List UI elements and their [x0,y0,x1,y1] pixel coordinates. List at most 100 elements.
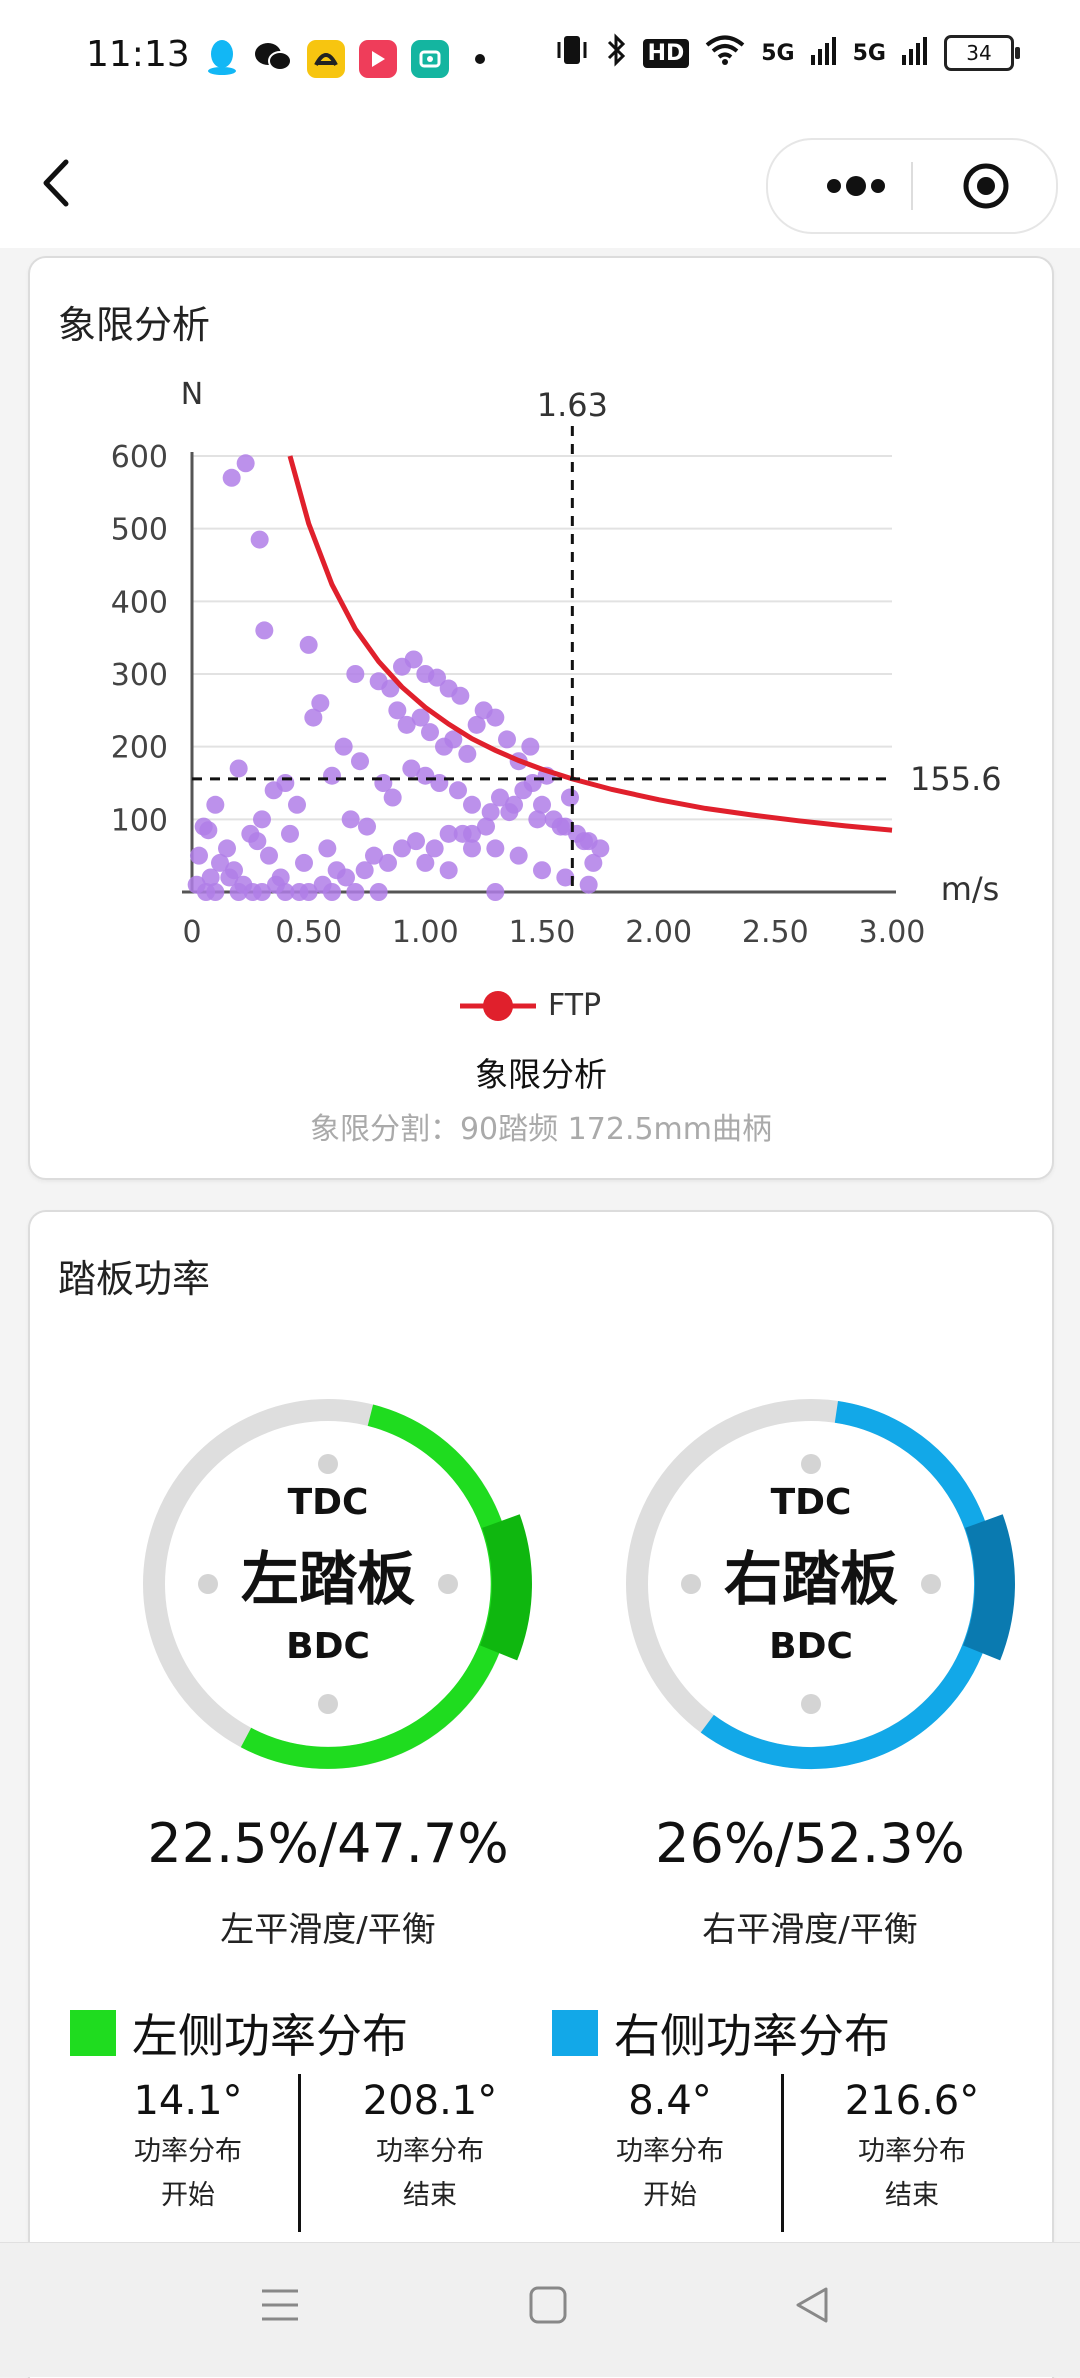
scatter-point [528,810,547,829]
legend-ftp-marker [460,990,536,1021]
scatter-point [379,853,397,872]
left-tdc-label: TDC [287,1482,369,1523]
x-tick-label: 0 [182,915,201,950]
quadrant-scatter-chart: N m/s 1.63 155.6 100 200 300 400 500 600 0 0.50 1… [111,377,1002,950]
right-end-stat: 216.6° 功率分布 结束 [792,2078,1032,2218]
scatter-point [255,621,274,640]
more-notifications-dot [475,54,485,64]
home-button[interactable] [528,2285,568,2329]
scatter-point [500,803,519,822]
home-square-icon [529,2286,567,2324]
right-end-label-2: 结束 [885,2180,939,2211]
target-circle-icon [963,163,1009,209]
scatter-point [236,454,255,473]
x-tick-label: 2.00 [625,915,692,950]
wifi-icon [705,34,745,72]
pedal-card-title: 踏板功率 [58,1257,211,1301]
right-start-stat: 8.4° 功率分布 开始 [550,2078,790,2218]
scatter-point [229,883,248,901]
left-start-value: 14.1° [133,2078,243,2124]
scatter-point [579,875,598,894]
x-tick-label: 3.00 [859,915,926,950]
legend-ftp-label: FTP [548,988,602,1023]
left-distribution-title: 左侧功率分布 [132,2009,408,2063]
back-button[interactable] [38,158,78,208]
y-tick-label: 300 [111,658,168,693]
scatter-point [521,737,540,756]
scatter-point [355,861,374,880]
scatter-point [323,883,341,901]
right-marker-dot-top [801,1454,821,1474]
left-distribution-header: 左侧功率分布 [70,2000,408,2066]
ftp-curve [287,455,893,833]
scatter-point [229,759,248,778]
scatter-point [346,665,365,683]
battery-indicator: 34 [944,35,1020,71]
back-nav-button[interactable] [792,2285,832,2329]
menu-icon [262,2289,298,2321]
scatter-point [486,708,505,727]
right-distribution-title: 右侧功率分布 [614,2009,890,2063]
signal-bars-1-icon [810,35,837,71]
system-indicators: HD 5G 5G 34 [555,32,1020,74]
left-start-label-2: 开始 [161,2180,215,2211]
scatter-point [439,824,458,843]
scatter-point [295,853,313,872]
left-smoothness-balance-label: 左平滑度/平衡 [220,1910,436,1950]
capsule-divider [911,162,913,210]
scatter-point [206,795,225,814]
scatter-point [430,774,449,792]
close-button[interactable] [962,162,1010,210]
x-tick-label: 2.50 [742,915,809,950]
y-tick-label: 500 [111,513,168,548]
hd-badge: HD [642,38,690,68]
left-start-label-1: 功率分布 [134,2136,242,2167]
crosshair-x-label: 1.63 [537,386,608,424]
mini-program-capsule [766,138,1058,234]
vibrate-icon [555,32,589,74]
left-marker-dot-bottom [318,1694,338,1714]
scatter-point [477,817,495,836]
nav-bar [0,118,1080,248]
scatter-point [439,861,458,880]
x-tick-label: 1.00 [392,915,459,950]
scatter-point [288,795,306,814]
left-end-stat: 208.1° 功率分布 结束 [310,2078,550,2218]
quadrant-analysis-card: 象限分析 N m/s 1.63 155.6 100 200 300 400 500 600 0… [28,256,1054,1180]
y-tick-label: 100 [111,803,168,838]
mi-home-icon [411,40,449,78]
crosshair-y-label: 155.6 [910,760,1002,798]
system-navigation-bar [0,2242,1080,2377]
right-smoothness-balance-label: 右平滑度/平衡 [702,1910,918,1950]
left-marker-dot-top [318,1454,338,1474]
notification-icons [205,38,485,80]
recent-apps-button[interactable] [260,2285,300,2329]
scatter-point [346,883,365,901]
right-start-value: 8.4° [628,2078,712,2124]
scatter-point [250,530,269,549]
scatter-point [486,883,505,901]
right-distribution-header: 右侧功率分布 [552,2000,890,2066]
scatter-point [276,883,295,901]
scatter-point [383,788,402,807]
scatter-point [551,817,570,836]
signal-bars-2-icon [902,35,928,71]
scatter-point [299,883,318,901]
scatter-point [509,846,528,865]
scatter-point [248,832,267,851]
scatter-point [425,839,444,858]
x-tick-label: 0.50 [275,915,342,950]
scatter-point [334,737,353,756]
scatter-point [498,730,516,749]
scatter-point [190,846,208,865]
scatter-point [187,875,206,894]
scatter-point [463,795,481,814]
more-button[interactable] [810,164,900,208]
scatter-point [260,846,278,865]
scatter-point [351,752,369,771]
scatter-point [299,635,318,654]
y-tick-label: 600 [111,440,168,475]
scatter-point [318,839,337,858]
scatter-point [341,810,360,829]
scatter-point [206,883,225,901]
